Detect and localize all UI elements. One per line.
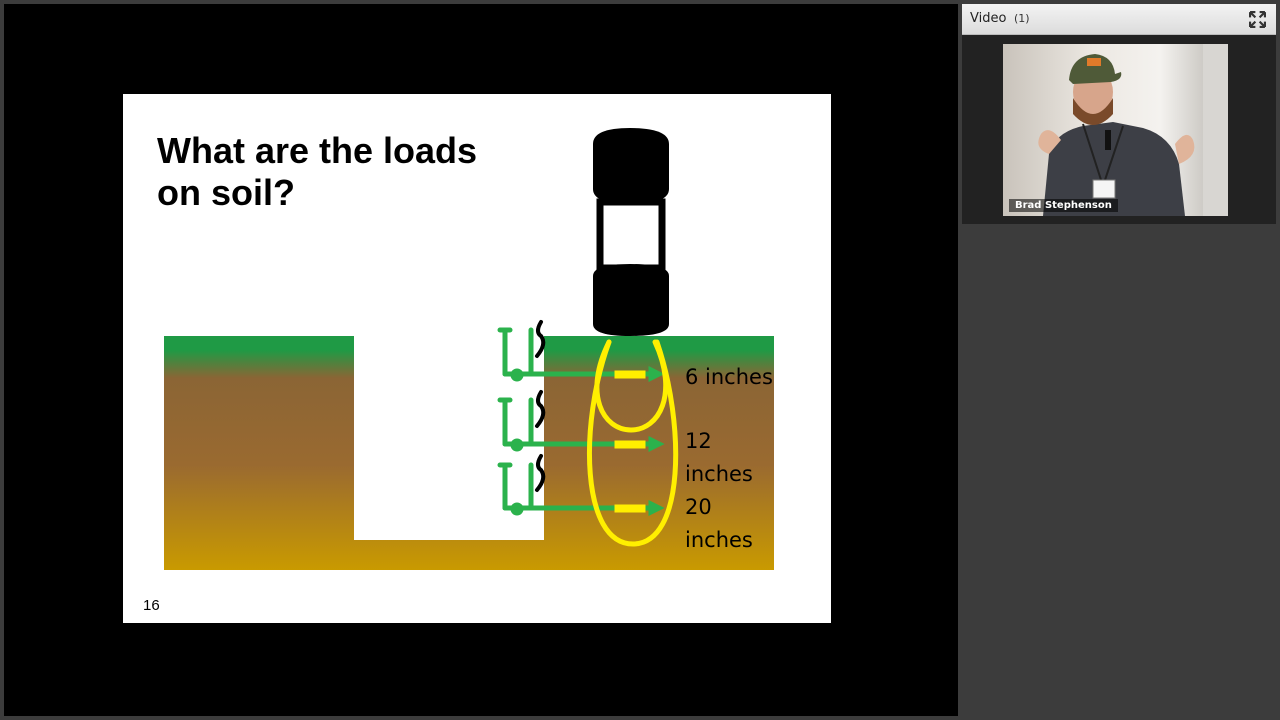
speaker-silhouette-icon [1038,44,1228,216]
depth-label-12in: 12 inches [685,429,753,486]
side-panel-empty [962,228,1276,716]
slide-number: 16 [143,597,160,614]
video-participant-count: (1) [1014,12,1030,25]
fullscreen-icon[interactable] [1249,11,1266,28]
tire-icon [593,128,669,336]
video-panel: Video (1) Brad Stephenson [962,4,1276,224]
presentation-stage: What are the loads on soil? 6 inches 12 … [4,4,958,716]
speaker-name-label: Brad Stephenson [1009,199,1118,212]
slide: What are the loads on soil? 6 inches 12 … [123,94,831,623]
depth-label-6in: 6 inches [685,365,773,389]
soil-cross-section [164,336,774,570]
speaker-video-feed[interactable]: Brad Stephenson [1003,44,1228,216]
video-panel-header: Video (1) [962,4,1276,35]
depth-label-20in: 20 inches [685,495,753,552]
video-panel-title: Video [970,11,1007,26]
